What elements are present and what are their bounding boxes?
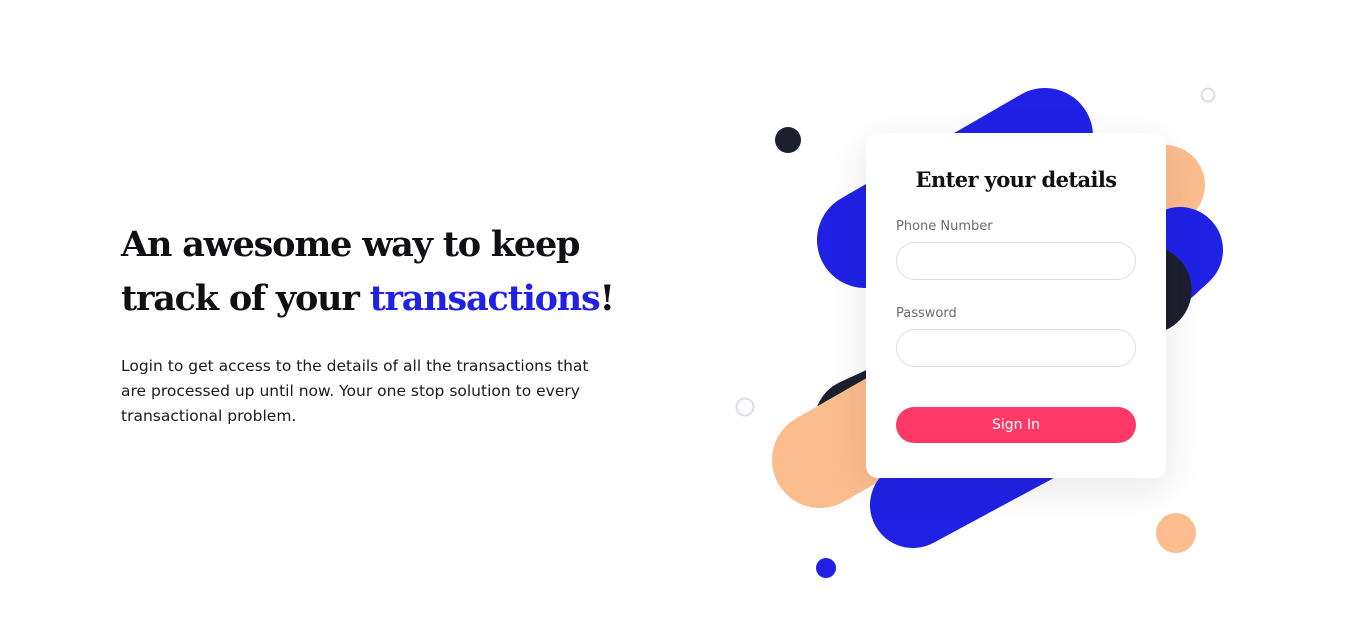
phone-number-label: Phone Number bbox=[896, 219, 993, 234]
login-form-card: Enter your details Phone Number Password… bbox=[866, 133, 1166, 478]
blue-dot-shape bbox=[816, 558, 836, 578]
password-label: Password bbox=[896, 306, 957, 321]
hero-description: Login to get access to the details of al… bbox=[121, 357, 589, 425]
hero-title-accent: transactions bbox=[369, 278, 601, 319]
phone-number-input[interactable] bbox=[896, 242, 1136, 280]
ring-dot-top-shape bbox=[1200, 87, 1216, 103]
password-input[interactable] bbox=[896, 329, 1136, 367]
navy-dot-shape bbox=[775, 127, 801, 153]
sign-in-button[interactable]: Sign In bbox=[896, 407, 1136, 443]
hero-title-end: ! bbox=[599, 278, 615, 319]
login-card-title: Enter your details bbox=[915, 167, 1118, 192]
ring-dot-left-shape bbox=[735, 397, 755, 417]
hero-title: An awesome way to keep track of your tra… bbox=[121, 218, 641, 326]
login-page: An awesome way to keep track of your tra… bbox=[0, 0, 1352, 643]
peach-dot-shape bbox=[1156, 513, 1196, 553]
hero-section: An awesome way to keep track of your tra… bbox=[121, 218, 641, 429]
